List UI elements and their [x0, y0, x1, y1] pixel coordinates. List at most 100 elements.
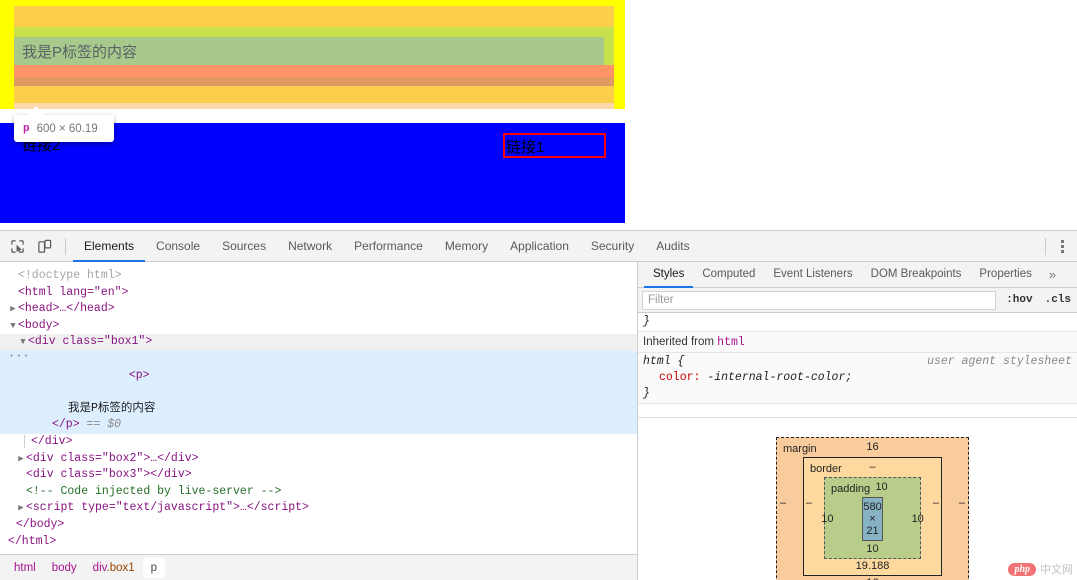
inherited-from-tag: html: [717, 336, 745, 349]
dom-line-p-close[interactable]: </p> == $0: [8, 417, 637, 434]
styles-partial-rule-close[interactable]: }: [638, 313, 1077, 332]
styles-tab-event-listeners[interactable]: Event Listeners: [764, 262, 861, 288]
link1-text[interactable]: 链接1: [506, 136, 544, 157]
box-model-padding-layer[interactable]: padding 10 10 580 × 21 10 10: [821, 477, 924, 559]
dom-line-html-open[interactable]: <html lang="en">: [0, 285, 637, 302]
styles-rule-property[interactable]: color:: [643, 371, 700, 384]
dom-line-box1-close[interactable]: </div>: [0, 434, 637, 451]
box-model-border-bottom[interactable]: 19.188: [804, 559, 941, 575]
styles-rule-selector-row: html { user agent stylesheet: [643, 354, 1072, 370]
box-model-border-top[interactable]: –: [869, 461, 875, 473]
box1-close-text: </div>: [31, 434, 73, 448]
box-model-padding-left[interactable]: 10: [816, 513, 838, 525]
box-model-padding-right[interactable]: 10: [907, 513, 929, 525]
breadcrumb-item-body[interactable]: body: [44, 558, 85, 578]
inspect-cursor-icon[interactable]: [4, 231, 31, 261]
box-model-margin-right[interactable]: –: [959, 497, 965, 509]
highlight-gold-bottom-band: [14, 86, 614, 103]
dom-line-body-close[interactable]: </body>: [0, 517, 637, 534]
watermark-text: 中文网: [1040, 564, 1073, 576]
selected-node-marker: == $0: [86, 418, 122, 432]
styles-tabs-overflow-icon[interactable]: »: [1041, 262, 1064, 287]
box-model-margin-layer[interactable]: margin 16 border – padding 10 10 580 × 2…: [776, 437, 969, 580]
box2-text: <div class="box2">…</div>: [26, 451, 199, 465]
browser-page-viewport: 我是P标签的内容 链接2 链接1 p 600 × 60.19: [0, 0, 1077, 230]
cls-toggle[interactable]: .cls: [1039, 294, 1077, 306]
box-model-content-size[interactable]: 580 × 21: [863, 501, 881, 537]
devtools-tabbar-right: [1038, 231, 1077, 261]
styles-tab-styles[interactable]: Styles: [644, 262, 694, 288]
dom-line-body-open[interactable]: ▼ <body>: [0, 318, 637, 335]
box-model-padding-top[interactable]: 10: [875, 481, 887, 493]
dom-line-p-open[interactable]: ··· <p>: [8, 348, 637, 401]
box-model-padding-bottom[interactable]: 10: [825, 542, 920, 558]
styles-rule-declaration-row[interactable]: color: -internal-root-color;: [643, 370, 1072, 386]
tab-performance-label: Performance: [354, 238, 423, 253]
styles-pane: Styles Computed Event Listeners DOM Brea…: [638, 262, 1077, 580]
box1-open-text: <div class="box1">: [28, 335, 153, 349]
tab-application[interactable]: Application: [499, 231, 580, 262]
styles-tab-computed-label: Computed: [702, 268, 756, 280]
styles-tab-dom-breakpoints[interactable]: DOM Breakpoints: [862, 262, 971, 288]
styles-filter-input[interactable]: [642, 290, 997, 310]
styles-rule-html[interactable]: html { user agent stylesheet color: -int…: [638, 353, 1077, 404]
dom-line-comment[interactable]: <!-- Code injected by live-server -->: [0, 484, 637, 501]
hov-toggle[interactable]: :hov: [1000, 294, 1038, 306]
html-open-text: <html lang="en">: [18, 285, 129, 299]
styles-rule-close-brace: }: [643, 387, 650, 400]
tab-audits[interactable]: Audits: [645, 231, 700, 262]
tab-network[interactable]: Network: [277, 231, 343, 262]
inherited-from-header: Inherited from html: [638, 332, 1077, 353]
dom-line-box2[interactable]: ▶ <div class="box2">…</div>: [0, 451, 637, 468]
box-model-padding-label: padding: [831, 483, 871, 495]
devtools-tabbar: Elements Console Sources Network Perform…: [0, 231, 1077, 262]
device-toolbar-icon[interactable]: [31, 231, 58, 261]
styles-filter-row: :hov .cls: [638, 288, 1077, 313]
tab-console[interactable]: Console: [145, 231, 211, 262]
box-model-margin-bottom[interactable]: 16: [777, 576, 968, 580]
box-model-margin-left[interactable]: –: [780, 497, 786, 509]
box-model-border-right[interactable]: –: [933, 497, 939, 509]
box-model-margin-top[interactable]: 16: [866, 441, 878, 453]
breadcrumb-item-html[interactable]: html: [6, 558, 44, 578]
styles-tab-properties[interactable]: Properties: [970, 262, 1040, 288]
box-model-content-box[interactable]: 580 × 21: [862, 497, 883, 541]
styles-rule-value[interactable]: -internal-root-color;: [707, 371, 852, 384]
breadcrumb-item-div-box1[interactable]: div.box1: [85, 558, 143, 578]
tab-sources[interactable]: Sources: [211, 231, 277, 262]
box-model-diagram[interactable]: margin 16 border – padding 10 10 580 × 2…: [776, 437, 969, 580]
dom-line-box1-open[interactable]: ▼ <div class="box1">: [0, 334, 637, 351]
tab-performance[interactable]: Performance: [343, 231, 434, 262]
dom-line-script[interactable]: ▶ <script type="text/javascript">…</scrip…: [0, 500, 637, 517]
tab-security-label: Security: [590, 238, 635, 253]
tab-sources-label: Sources: [222, 238, 267, 253]
breadcrumb-item-p[interactable]: p: [142, 557, 166, 578]
dom-line-html-close[interactable]: </html>: [0, 534, 637, 551]
kebab-menu-icon[interactable]: [1053, 235, 1071, 257]
tab-memory-label: Memory: [444, 238, 489, 253]
breadcrumb-body-label: body: [51, 561, 77, 574]
dom-line-head[interactable]: ▶ <head>…</head>: [0, 301, 637, 318]
styles-tab-styles-label: Styles: [653, 268, 685, 280]
styles-tabs-overflow-label: »: [1048, 267, 1057, 282]
styles-tab-computed[interactable]: Computed: [693, 262, 764, 288]
tab-memory[interactable]: Memory: [434, 231, 499, 262]
dom-line-box3[interactable]: <div class="box3"></div>: [0, 467, 637, 484]
head-text: <head>…</head>: [18, 302, 115, 316]
tab-elements[interactable]: Elements: [73, 231, 146, 262]
doctype-text: <!doctype html>: [18, 269, 122, 282]
dom-tree[interactable]: <!doctype html> <html lang="en"> ▶ <head>…: [0, 262, 637, 554]
paragraph-content-text: 我是P标签的内容: [22, 44, 138, 61]
box-model-border-left[interactable]: –: [806, 497, 812, 509]
styles-tabbar: Styles Computed Event Listeners DOM Brea…: [638, 262, 1077, 288]
box-model-margin-label: margin: [783, 443, 817, 455]
comment-text: <!-- Code injected by live-server -->: [26, 484, 282, 498]
dom-line-p-text[interactable]: 我是P标签的内容: [8, 401, 637, 418]
dom-selected-node-block[interactable]: ··· <p> 我是P标签的内容 </p> == $0: [0, 348, 637, 434]
box-model-border-layer[interactable]: border – padding 10 10 580 × 21 10 10 19…: [803, 457, 942, 576]
box-model-area: margin 16 border – padding 10 10 580 × 2…: [638, 417, 1077, 580]
tab-network-label: Network: [288, 238, 333, 253]
watermark: php 中文网: [1008, 561, 1073, 577]
force-state-marker: ···: [8, 348, 30, 363]
tab-security[interactable]: Security: [580, 231, 645, 262]
